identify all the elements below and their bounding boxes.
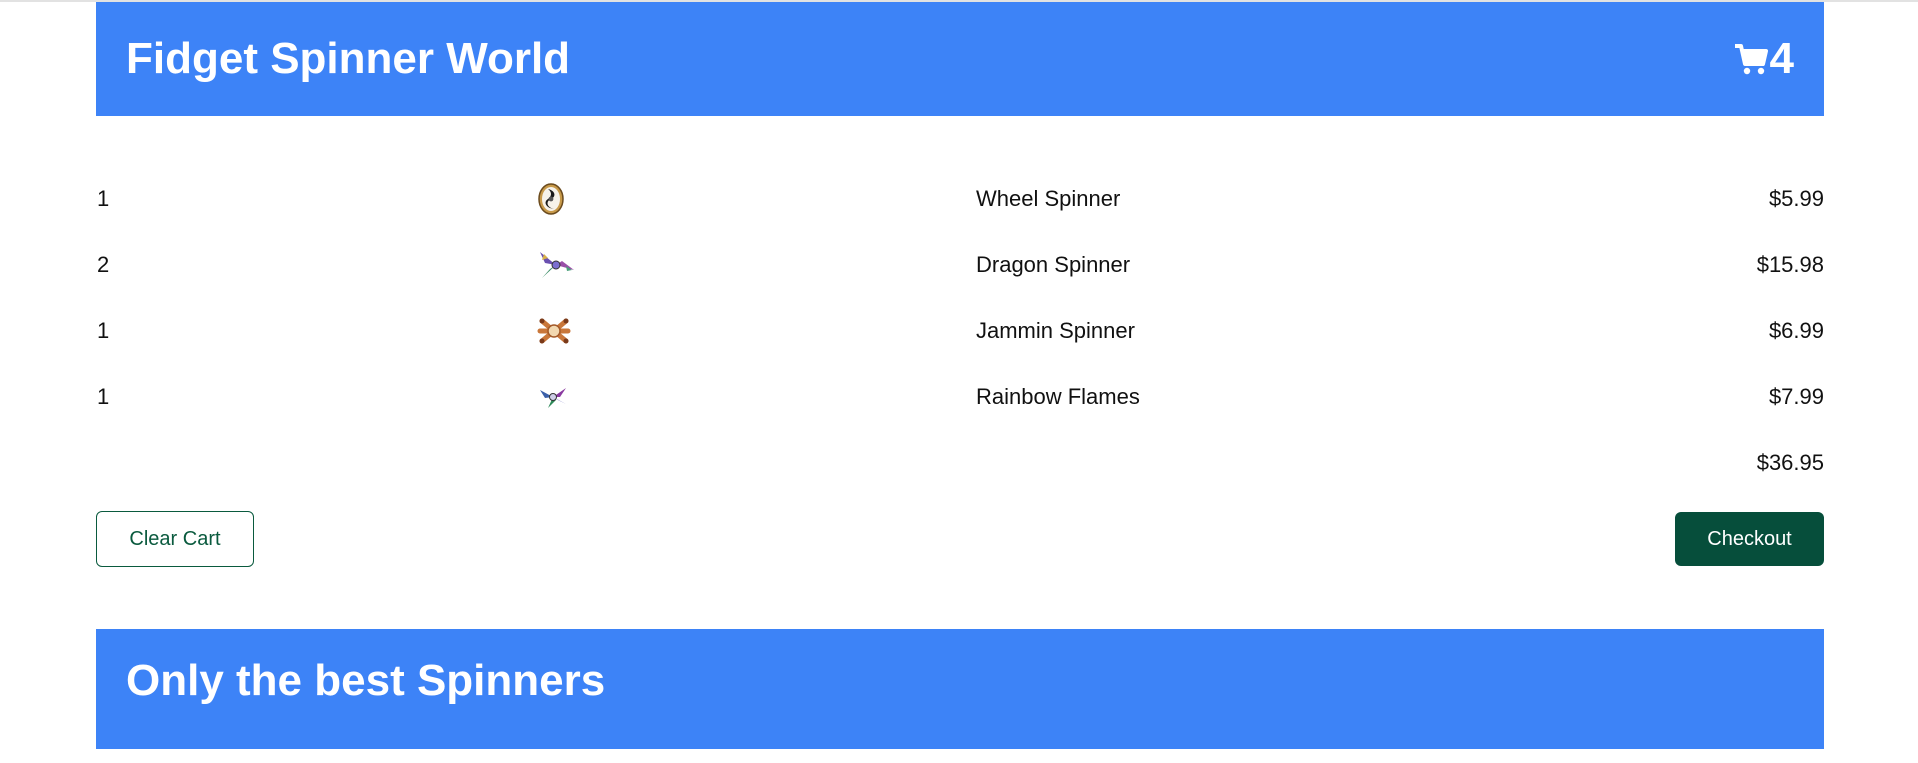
item-name: Dragon Spinner xyxy=(976,252,1131,277)
cart-item-row: 2 Dragon Spinner $15.98 xyxy=(96,232,1824,298)
item-price: $7.99 xyxy=(1768,384,1824,409)
cart-item-row: 1 Jammin Spinner $6.99 xyxy=(96,298,1824,364)
wheel-spinner-image xyxy=(536,182,976,216)
item-name: Jammin Spinner xyxy=(976,318,1135,343)
rainbow-flames-image xyxy=(536,384,976,410)
cart-total: $36.95 xyxy=(1756,450,1824,475)
jammin-spinner-image xyxy=(536,316,976,346)
cart-list: 1 Wheel Spinner $5.99 2 Dragon Spinner $… xyxy=(96,166,1824,496)
cart-total-row: $36.95 xyxy=(96,430,1824,496)
cart-item-row: 1 Wheel Spinner $5.99 xyxy=(96,166,1824,232)
promo-banner: Only the best Spinners xyxy=(96,629,1824,749)
page: Fidget Spinner World 4 1 Wheel Spinner $… xyxy=(96,2,1824,749)
cart-actions: Clear Cart Checkout xyxy=(96,511,1824,567)
item-quantity: 1 xyxy=(97,186,110,211)
item-name: Rainbow Flames xyxy=(976,384,1140,409)
item-price: $6.99 xyxy=(1768,318,1824,343)
item-price: $5.99 xyxy=(1768,186,1824,211)
site-title: Fidget Spinner World xyxy=(126,34,571,83)
checkout-button[interactable]: Checkout xyxy=(1675,512,1824,566)
cart-item-row: 1 Rainbow Flames $7.99 xyxy=(96,364,1824,430)
cart-count: 4 xyxy=(1769,34,1794,83)
item-name: Wheel Spinner xyxy=(976,186,1121,211)
site-header: Fidget Spinner World 4 xyxy=(96,2,1824,116)
cart-button[interactable]: 4 xyxy=(1734,34,1794,84)
promo-title: Only the best Spinners xyxy=(126,656,606,705)
item-quantity: 1 xyxy=(97,384,110,409)
item-quantity: 1 xyxy=(97,318,110,343)
dragon-spinner-image xyxy=(536,248,976,282)
clear-cart-button[interactable]: Clear Cart xyxy=(96,511,254,567)
item-price: $15.98 xyxy=(1756,252,1824,277)
item-quantity: 2 xyxy=(97,252,110,277)
shopping-cart-icon xyxy=(1734,42,1768,76)
